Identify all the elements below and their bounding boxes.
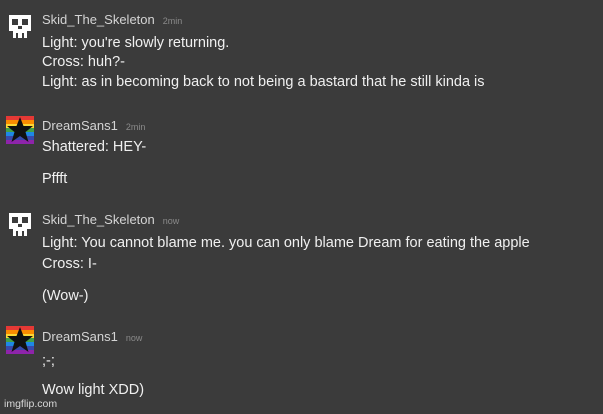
message-header: Skid_The_Skeleton now <box>42 212 179 228</box>
message-line: (Wow-) <box>42 288 89 304</box>
message-header: Skid_The_Skeleton 2min <box>42 12 182 28</box>
message-header: DreamSans1 2min <box>42 118 145 134</box>
skull-avatar-icon[interactable] <box>6 211 34 239</box>
timestamp: 2min <box>162 16 183 26</box>
message-line: Light: you're slowly returning. <box>42 35 230 51</box>
message-line: Pffft <box>42 171 68 187</box>
message-line: Light: You cannot blame me. you can only… <box>42 235 530 251</box>
username[interactable]: Skid_The_Skeleton <box>42 12 155 27</box>
username[interactable]: DreamSans1 <box>42 118 118 133</box>
username[interactable]: DreamSans1 <box>42 329 118 344</box>
message-line: Cross: huh?- <box>42 54 126 70</box>
rainbow-star-avatar-icon[interactable] <box>6 326 34 354</box>
skull-avatar-icon[interactable] <box>6 13 34 41</box>
timestamp: now <box>125 333 143 343</box>
message-line: Wow light XDD) <box>42 382 145 398</box>
message-line: Shattered: HEY- <box>42 139 147 155</box>
message-line: Cross: I- <box>42 256 97 272</box>
timestamp: 2min <box>125 122 146 132</box>
username[interactable]: Skid_The_Skeleton <box>42 212 155 227</box>
message-line: ;-; <box>42 353 55 369</box>
imgflip-watermark: imgflip.com <box>4 398 58 410</box>
rainbow-star-avatar-icon[interactable] <box>6 116 34 144</box>
timestamp: now <box>162 216 180 226</box>
message-header: DreamSans1 now <box>42 329 142 345</box>
message-line: Light: as in becoming back to not being … <box>42 74 485 90</box>
